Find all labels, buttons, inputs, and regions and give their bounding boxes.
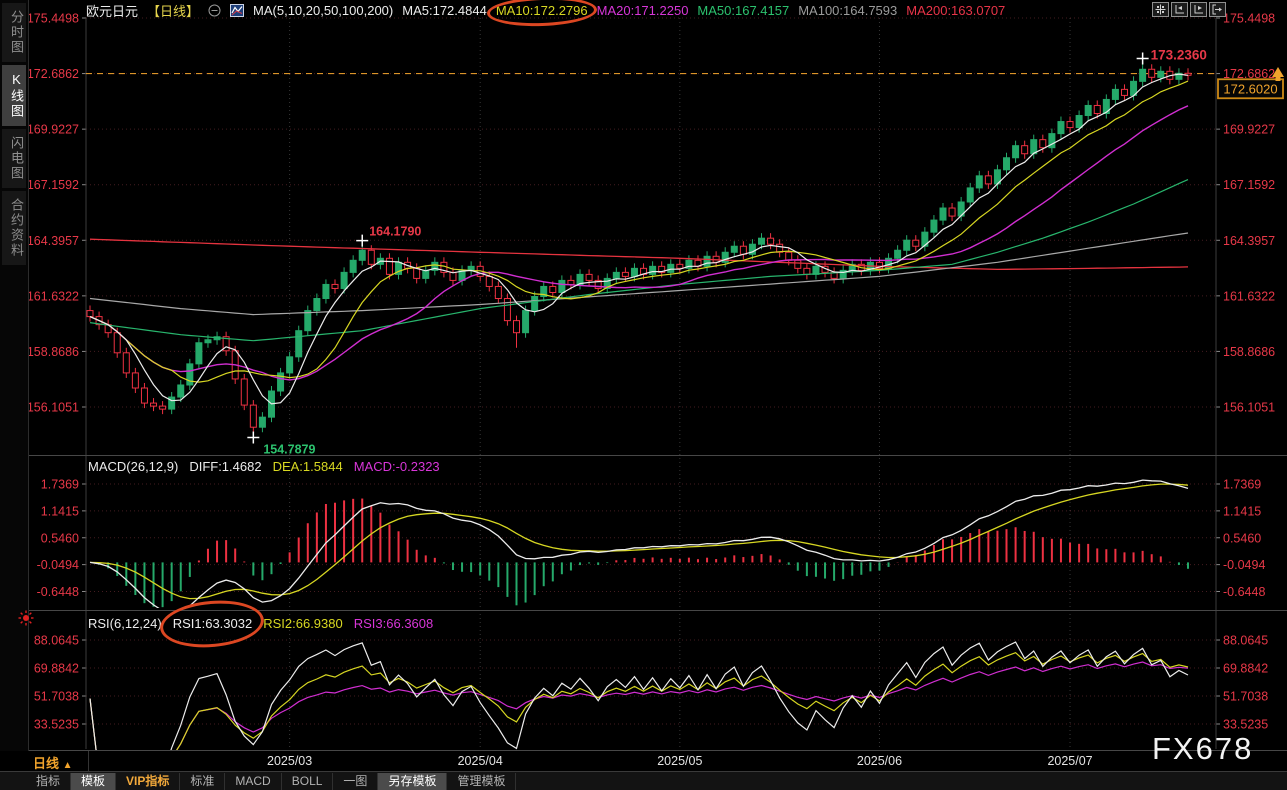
minus-circle-icon[interactable] [208, 4, 221, 17]
ma100-value: MA100:164.7593 [798, 3, 897, 18]
chevron-up-icon: ▲ [63, 760, 73, 771]
watermark: FX678 [1152, 731, 1253, 767]
macd-hist-value: MACD:-0.2323 [354, 459, 440, 474]
macd-diff-value: DIFF:1.4682 [189, 459, 261, 474]
toolbar-button-9[interactable]: 管理模板 [447, 773, 516, 790]
axis-label: -0.6448 [1223, 585, 1265, 599]
charting-app: 175.4498175.4498172.6862172.6862169.9227… [0, 0, 1287, 790]
pan-icon[interactable] [1152, 2, 1169, 17]
date-label: 2025/03 [267, 754, 312, 768]
macd-dea-value: DEA:1.5844 [273, 459, 343, 474]
toolbar-button-8[interactable]: 另存模板 [378, 773, 447, 790]
swing-marker-cross [356, 235, 368, 247]
date-label: 2025/07 [1047, 754, 1092, 768]
axis-label: 167.1592 [27, 178, 79, 192]
axis-label: 169.9227 [1223, 123, 1275, 137]
axis-label: 158.8686 [27, 345, 79, 359]
axis-label: 0.5460 [41, 531, 79, 545]
axis-label: -0.0494 [37, 558, 79, 572]
axis-label: 172.6862 [27, 67, 79, 81]
divider [88, 751, 89, 771]
axis-label: 156.1051 [27, 401, 79, 415]
rsi1-text: RSI1:63.3032 [173, 616, 253, 631]
date-label: 2025/06 [857, 754, 902, 768]
axis-label: 164.3957 [1223, 234, 1275, 248]
ma10-text: MA10:172.2796 [496, 3, 588, 18]
scale-right-icon[interactable] [1190, 2, 1207, 17]
rsi-title: RSI(6,12,24) [88, 616, 162, 631]
swing-high-label: 164.1790 [369, 225, 421, 239]
toolbar-button-4[interactable]: 标准 [180, 773, 225, 790]
ma200-value: MA200:163.0707 [906, 3, 1005, 18]
sidebar-tab-4[interactable]: 合约资料 [2, 191, 26, 265]
axis-label: 51.7038 [34, 690, 79, 704]
axis-label: 33.5235 [34, 718, 79, 732]
sidebar-tab-1[interactable]: 分时图 [2, 3, 26, 62]
toolbar-button-5[interactable]: MACD [225, 773, 281, 790]
exit-chart-icon[interactable] [1209, 2, 1226, 17]
axis-label: 161.6322 [27, 289, 79, 303]
macd-title: MACD(26,12,9) [88, 459, 178, 474]
axis-label: -0.0494 [1223, 558, 1265, 572]
axis-label: 33.5235 [1223, 718, 1268, 732]
macd-header: MACD(26,12,9) DIFF:1.4682 DEA:1.5844 MAC… [88, 459, 440, 474]
toolbar-button-1[interactable]: 指标 [26, 773, 71, 790]
ma50-value: MA50:167.4157 [697, 3, 789, 18]
axis-label: 156.1051 [1223, 401, 1275, 415]
axis-label: 167.1592 [1223, 178, 1275, 192]
axis-label: 175.4498 [1223, 12, 1275, 26]
rsi3-value: RSI3:66.3608 [354, 616, 434, 631]
axis-label: 161.6322 [1223, 289, 1275, 303]
axis-label: 1.7369 [1223, 478, 1261, 492]
period-selector-label: 日线 [33, 756, 59, 771]
axis-label: 51.7038 [1223, 690, 1268, 704]
swing-marker-cross [1137, 53, 1149, 65]
period-selector-button[interactable]: 日线 ▲ [33, 753, 73, 772]
ma20-value: MA20:171.2250 [597, 3, 689, 18]
toolbar-button-2[interactable]: 模板 [71, 773, 116, 790]
sidebar-tab-2[interactable]: K线图 [2, 65, 26, 126]
chart-type-sidebar: 分时图 K线图闪电图合约资料 [0, 0, 29, 751]
toolbar-button-7[interactable]: 一图 [333, 773, 378, 790]
rsi2-value: RSI2:66.9380 [263, 616, 343, 631]
ma5-value: MA5:172.4844 [402, 3, 487, 18]
rsi-header: RSI(6,12,24) RSI1:63.3032 RSI2:66.9380 R… [88, 616, 433, 631]
axis-label: 69.8842 [1223, 661, 1268, 675]
toolbar-button-6[interactable]: BOLL [282, 773, 334, 790]
chart-info-bar: 欧元日元 【日线】 MA(5,10,20,50,100,200) MA5:172… [86, 2, 1005, 19]
axis-label: 88.0645 [1223, 634, 1268, 648]
axis-label: 1.7369 [41, 478, 79, 492]
symbol-name: 欧元日元 [86, 1, 138, 20]
ma-settings-label: MA(5,10,20,50,100,200) [253, 3, 393, 18]
axis-label: 158.8686 [1223, 345, 1275, 359]
high-price-label: 173.2360 [1151, 48, 1207, 63]
scale-left-icon[interactable] [1171, 2, 1188, 17]
axis-label: 88.0645 [34, 634, 79, 648]
rsi1-value: RSI1:63.3032 [173, 616, 253, 631]
bottom-toolbar: 指标模板VIP指标标准MACDBOLL一图另存模板管理模板 [0, 771, 1287, 790]
sidebar-tab-3[interactable]: 闪电图 [2, 129, 26, 188]
axis-label: 1.1415 [1223, 504, 1261, 518]
axis-label: 1.1415 [41, 504, 79, 518]
chart-tools [1152, 2, 1226, 17]
axis-label: -0.6448 [37, 585, 79, 599]
line-chart-icon[interactable] [230, 4, 244, 17]
low-price-label: 154.7879 [263, 442, 315, 456]
swing-marker-cross [247, 431, 259, 443]
axis-label: 164.3957 [27, 234, 79, 248]
date-label: 2025/04 [458, 754, 503, 768]
axis-label: 175.4498 [27, 12, 79, 26]
date-label: 2025/05 [657, 754, 702, 768]
axis-label: 169.9227 [27, 123, 79, 137]
ma10-value: MA10:172.2796 [496, 3, 588, 18]
axis-label: 69.8842 [34, 661, 79, 675]
period-label: 【日线】 [147, 1, 199, 20]
chart-canvas[interactable]: 175.4498175.4498172.6862172.6862169.9227… [0, 0, 1287, 790]
date-axis: 日线 ▲ 2025/03 2025/04 2025/05 2025/06 2025/07 [0, 751, 1287, 771]
axis-label: 0.5460 [1223, 531, 1261, 545]
indicator-alert-icon[interactable] [18, 610, 34, 631]
toolbar-button-3[interactable]: VIP指标 [116, 773, 180, 790]
last-price-value: 172.6020 [1223, 81, 1277, 96]
